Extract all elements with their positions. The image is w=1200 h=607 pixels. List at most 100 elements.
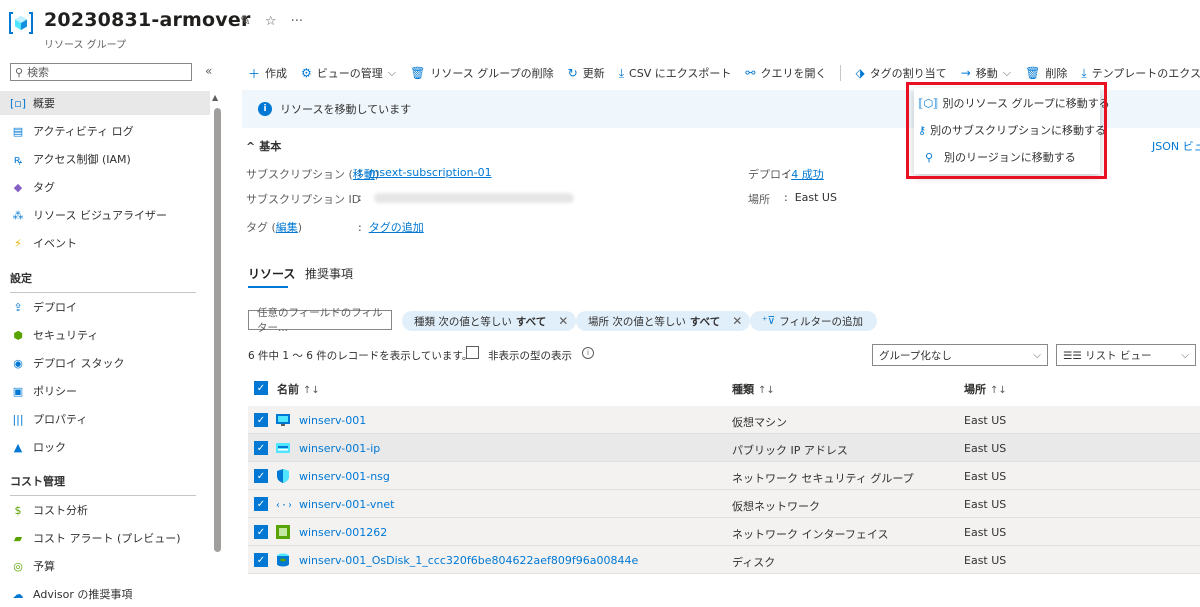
view-dropdown[interactable]: ☰☰ リスト ビュー ⌵ xyxy=(1056,344,1196,366)
sidebar-item-label: コスト分析 xyxy=(33,504,88,517)
location-value: East US xyxy=(794,191,837,204)
iam-icon: ꝶ xyxy=(13,152,23,166)
grouping-dropdown[interactable]: グループ化なし ⌵ xyxy=(872,344,1048,366)
add-filter-button[interactable]: ⁺⊽ フィルターの追加 xyxy=(750,311,878,331)
essentials-toggle[interactable]: ^ 基本 xyxy=(246,138,281,154)
deploy-icon: ⇪ xyxy=(13,300,23,314)
sidebar-item-cost_items-3[interactable]: ☁ Advisor の推奨事項 xyxy=(0,582,210,606)
sidebar-item-items-4[interactable]: ⁂ リソース ビジュアライザー xyxy=(0,203,210,227)
location-filter-pill[interactable]: 場所 次の値と等しい すべて ✕ xyxy=(576,311,751,331)
table-row[interactable]: ✓ winserv-001 仮想マシン East US xyxy=(248,406,1200,434)
deploy-status-link[interactable]: 4 成功 xyxy=(791,168,824,181)
row-checkbox[interactable]: ✓ xyxy=(254,441,268,455)
open-query-button[interactable]: ⚯ クエリを開く xyxy=(745,65,826,81)
sidebar-item-cost_items-2[interactable]: ◎ 予算 xyxy=(0,554,210,578)
show-hidden-types-checkbox[interactable] xyxy=(466,346,479,359)
scroll-up-icon[interactable]: ▲ xyxy=(212,93,218,102)
sidebar: ⚲ 検索 « [▫] 概要 ▤ アクティビティ ログ ꝶ アクセス制御 (IAM) ◆ タグ ⁂… xyxy=(0,60,224,607)
create-button[interactable]: ＋作成 xyxy=(248,65,287,82)
resource-name-link[interactable]: winserv-001-nsg xyxy=(299,470,390,483)
sidebar-scrollbar[interactable] xyxy=(214,108,221,552)
sidebar-search-input[interactable]: ⚲ 検索 xyxy=(10,63,192,81)
select-all-checkbox[interactable]: ✓ xyxy=(254,381,268,395)
sidebar-item-label: イベント xyxy=(33,237,77,250)
close-icon[interactable]: ✕ xyxy=(732,314,742,328)
sidebar-item-settings_items-3[interactable]: ▣ ポリシー xyxy=(0,379,210,403)
chevron-down-icon: ⌵ xyxy=(387,66,397,79)
sidebar-item-items-0[interactable]: [▫] 概要 xyxy=(0,91,210,115)
info-icon[interactable]: i xyxy=(582,347,594,359)
column-header-type[interactable]: 種類 ↑↓ xyxy=(732,381,775,397)
export-csv-button[interactable]: ⤓ CSV にエクスポート xyxy=(619,65,732,81)
tags-edit-link[interactable]: 編集 xyxy=(276,221,298,234)
manage-view-button[interactable]: ⚙ ビューの管理 ⌵ xyxy=(301,65,396,81)
sidebar-item-items-2[interactable]: ꝶ アクセス制御 (IAM) xyxy=(0,147,210,171)
more-icon[interactable]: ··· xyxy=(291,14,303,29)
sidebar-item-settings_items-5[interactable]: ▲ ロック xyxy=(0,435,210,459)
star-icon[interactable]: ☆ xyxy=(265,14,277,29)
subscription-link[interactable]: msext-subscription-01 xyxy=(369,166,492,179)
sidebar-item-settings_items-4[interactable]: ||| プロパティ xyxy=(0,407,210,431)
row-checkbox[interactable]: ✓ xyxy=(254,553,268,567)
tab-resources[interactable]: リソース xyxy=(248,265,295,282)
sidebar-section-header: コスト管理 xyxy=(10,473,196,496)
nic-icon xyxy=(276,525,290,539)
row-checkbox[interactable]: ✓ xyxy=(254,469,268,483)
tab-recommendations[interactable]: 推奨事項 xyxy=(305,265,353,282)
sidebar-item-cost_items-0[interactable]: $ コスト分析 xyxy=(0,498,210,522)
table-row[interactable]: ✓ winserv-001-ip パブリック IP アドレス East US xyxy=(248,434,1200,462)
json-view-link[interactable]: JSON ビュー xyxy=(1152,138,1200,154)
row-checkbox[interactable]: ✓ xyxy=(254,525,268,539)
resource-name-link[interactable]: winserv-001262 xyxy=(299,526,387,539)
delete-button[interactable]: 🗑︎ 削除 xyxy=(1025,65,1067,81)
sidebar-item-items-5[interactable]: ⚡ イベント xyxy=(0,231,210,255)
sort-icon: ↑↓ xyxy=(990,385,1007,396)
subscription-id-redacted xyxy=(374,193,574,203)
sidebar-item-settings_items-1[interactable]: ⬢ セキュリティ xyxy=(0,323,210,347)
advisor-icon: ☁ xyxy=(12,587,24,601)
chevron-up-icon: ^ xyxy=(246,140,256,153)
row-checkbox[interactable]: ✓ xyxy=(254,497,268,511)
collapse-sidebar-icon[interactable]: « xyxy=(205,64,212,78)
filter-input[interactable]: 任意のフィールドのフィルター... xyxy=(248,307,392,334)
sidebar-item-items-1[interactable]: ▤ アクティビティ ログ xyxy=(0,119,210,143)
security-icon: ⬢ xyxy=(13,328,23,342)
move-button[interactable]: → 移動 ⌵ xyxy=(961,65,1011,81)
tab-underline xyxy=(248,286,288,288)
resource-name-link[interactable]: winserv-001 xyxy=(299,414,366,427)
table-row[interactable]: ✓ winserv-001-nsg ネットワーク セキュリティ グループ East U… xyxy=(248,462,1200,490)
cost-analysis-icon: $ xyxy=(14,503,22,517)
add-tag-link[interactable]: タグの追加 xyxy=(369,221,424,234)
resource-location: East US xyxy=(964,498,1007,511)
table-row[interactable]: ✓ winserv-001262 ネットワーク インターフェイス East US xyxy=(248,518,1200,546)
table-row[interactable]: ✓ winserv-001_OsDisk_1_ccc320f6be804622ae… xyxy=(248,546,1200,574)
close-icon[interactable]: ✕ xyxy=(558,314,568,328)
resource-name-link[interactable]: winserv-001-ip xyxy=(299,442,380,455)
resource-type: 仮想マシン xyxy=(732,416,787,429)
sidebar-item-items-3[interactable]: ◆ タグ xyxy=(0,175,210,199)
column-header-name[interactable]: 名前 ↑↓ xyxy=(277,381,320,397)
export-template-button[interactable]: ⤓テンプレートのエクスポート xyxy=(1081,65,1200,81)
refresh-button[interactable]: ↻ 更新 xyxy=(568,65,605,81)
refresh-icon: ↻ xyxy=(567,66,578,80)
table-row[interactable]: ✓ ‹·› winserv-001-vnet 仮想ネットワーク East US xyxy=(248,490,1200,518)
pin-icon[interactable]: ✎ xyxy=(240,14,251,29)
resource-name-link[interactable]: winserv-001_OsDisk_1_ccc320f6be804622aef… xyxy=(299,554,638,567)
tags-label: タグ (編集) xyxy=(246,221,303,234)
public-ip-icon xyxy=(276,443,290,453)
lock-icon: ▲ xyxy=(13,440,23,454)
column-header-location[interactable]: 場所 ↑↓ xyxy=(964,381,1007,397)
arrow-right-icon: → xyxy=(960,66,971,80)
delete-resource-group-button[interactable]: 🗑︎ リソース グループの削除 xyxy=(410,65,554,81)
resource-name-link[interactable]: winserv-001-vnet xyxy=(299,498,394,511)
resource-type: ディスク xyxy=(732,556,776,569)
row-checkbox[interactable]: ✓ xyxy=(254,413,268,427)
sidebar-item-settings_items-0[interactable]: ⇪ デプロイ xyxy=(0,295,210,319)
sidebar-item-label: デプロイ xyxy=(33,301,77,314)
assign-tags-button[interactable]: ⬗ タグの割り当て xyxy=(855,65,946,81)
type-filter-pill[interactable]: 種類 次の値と等しい すべて ✕ xyxy=(402,311,577,331)
sidebar-item-settings_items-2[interactable]: ◉ デプロイ スタック xyxy=(0,351,210,375)
sidebar-item-cost_items-1[interactable]: ▰ コスト アラート (プレビュー) xyxy=(0,526,210,550)
tag-icon: ⬗ xyxy=(855,66,865,80)
resource-group-icon xyxy=(9,12,33,34)
